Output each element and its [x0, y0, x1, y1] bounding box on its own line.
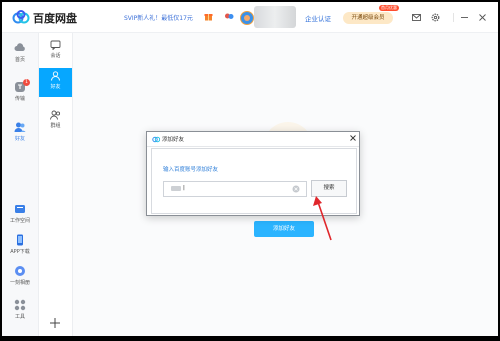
sidebar-item-friends[interactable]: 好友: [2, 121, 38, 142]
transfer-badge: 1: [23, 79, 30, 86]
sidebar-item-label: APP下载: [10, 249, 30, 255]
gift-icon[interactable]: [204, 12, 213, 21]
clear-icon[interactable]: [292, 185, 300, 193]
sidebar-item-transfer[interactable]: 1 传输: [2, 79, 38, 102]
tab-friends[interactable]: 好友: [39, 68, 72, 97]
phone-icon: [17, 234, 23, 246]
close-icon[interactable]: [478, 13, 487, 22]
tab-label: 群组: [50, 123, 61, 129]
add-friend-dialog: 添加好友 输入百度账号添加好友 | 搜索: [146, 131, 360, 216]
user-avatar[interactable]: [240, 11, 254, 25]
left-sidebar: 首页 1 传输 好友 工作空间 APP下载 一刻相册 工具: [2, 33, 39, 336]
dialog-title: 添加好友: [162, 137, 185, 143]
friend-icon: [51, 71, 60, 81]
mail-icon[interactable]: [412, 13, 421, 22]
close-icon[interactable]: [349, 134, 357, 142]
member-discount-badge: 首月优惠: [379, 5, 399, 11]
album-icon: [15, 266, 25, 276]
open-super-member-button[interactable]: 开通超级会员: [343, 12, 393, 24]
divider-line: [453, 13, 454, 22]
friends-icon: [14, 122, 26, 132]
main-content: 添加好友 添加好友 输入百度账号添加好友 | 搜索: [73, 33, 498, 336]
sidebar-item-label: 好友: [14, 136, 25, 142]
sidebar-item-workspace[interactable]: 工作空间: [2, 203, 38, 224]
tab-label: 会话: [50, 53, 61, 59]
sidebar-item-label: 传输: [14, 96, 25, 102]
friends-subnav: 会话 好友 群组: [39, 33, 73, 336]
chat-icon: [50, 40, 61, 50]
sidebar-item-label: 一刻相册: [9, 280, 30, 286]
tab-groups[interactable]: 群组: [39, 107, 72, 136]
sidebar-item-app-download[interactable]: APP下载: [2, 234, 38, 255]
sidebar-item-label: 首页: [14, 57, 25, 63]
baidu-netdisk-logo-icon: [152, 136, 160, 143]
cloud-icon: [14, 43, 25, 51]
plus-icon[interactable]: [49, 317, 61, 329]
account-input[interactable]: |: [163, 181, 307, 197]
app-window: 百度网盘 SVIP新人礼！最低仅17元 企业认证 开通超级会员 首月优惠 首页 …: [2, 2, 498, 336]
app-name: 百度网盘: [33, 12, 77, 25]
contacts-icon[interactable]: [224, 13, 234, 21]
tab-label: 好友: [50, 84, 61, 90]
sidebar-item-home[interactable]: 首页: [2, 42, 38, 63]
sidebar-item-label: 工具: [14, 314, 25, 320]
sidebar-item-tools[interactable]: 工具: [2, 299, 38, 320]
username-redacted: [254, 6, 296, 28]
group-icon: [50, 110, 61, 120]
sidebar-item-album[interactable]: 一刻相册: [2, 265, 38, 286]
enterprise-verify-link[interactable]: 企业认证: [305, 13, 331, 23]
dialog-body: 输入百度账号添加好友 | 搜索: [151, 148, 357, 214]
title-bar: 百度网盘 SVIP新人礼！最低仅17元 企业认证 开通超级会员 首月优惠: [2, 2, 498, 33]
search-button[interactable]: 搜索: [311, 180, 347, 197]
sidebar-item-label: 工作空间: [9, 218, 30, 224]
svip-promo-link[interactable]: SVIP新人礼！最低仅17元: [124, 13, 193, 22]
tools-icon: [14, 299, 26, 311]
gear-icon[interactable]: [431, 13, 440, 22]
dialog-prompt: 输入百度账号添加好友: [163, 167, 219, 173]
minimize-icon[interactable]: [460, 13, 469, 22]
workspace-icon: [15, 205, 25, 213]
input-cursor: |: [183, 185, 185, 191]
tab-chats[interactable]: 会话: [39, 37, 72, 66]
input-redacted-text: [171, 186, 181, 191]
dialog-header: 添加好友: [147, 132, 359, 147]
baidu-netdisk-logo-icon: [12, 10, 30, 24]
